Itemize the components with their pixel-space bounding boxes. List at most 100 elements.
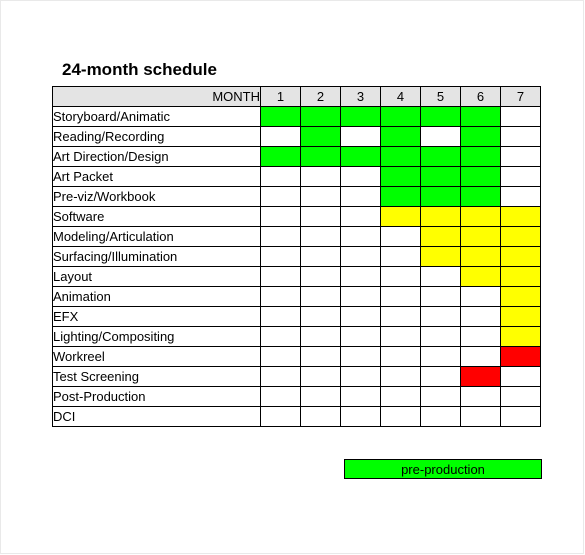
schedule-cell [500,326,541,347]
schedule-cell [380,106,421,127]
schedule-cell [260,406,301,427]
schedule-cell [420,146,461,167]
schedule-cell [420,246,461,267]
schedule-cell [460,226,501,247]
schedule-cell [460,246,501,267]
schedule-cell [300,146,341,167]
schedule-cell [260,266,301,287]
schedule-cell [420,126,461,147]
schedule-cell [300,386,341,407]
schedule-cell [460,126,501,147]
schedule-cell [340,246,381,267]
schedule-cell [340,226,381,247]
schedule-cell [420,366,461,387]
schedule-cell [340,346,381,367]
task-label: DCI [52,406,261,427]
month-column-header-3: 3 [340,86,381,107]
schedule-cell [500,266,541,287]
schedule-cell [420,326,461,347]
task-label: Lighting/Compositing [52,326,261,347]
month-column-header-7: 7 [500,86,541,107]
schedule-sheet: 24-month schedule MONTH 1234567 Storyboa… [52,60,541,427]
schedule-cell [300,266,341,287]
schedule-cell [460,406,501,427]
schedule-cell [460,186,501,207]
table-row: Pre-viz/Workbook [52,186,541,207]
task-label: Reading/Recording [52,126,261,147]
table-row: EFX [52,306,541,327]
schedule-cell [420,186,461,207]
schedule-cell [300,286,341,307]
table-row: Art Packet [52,166,541,187]
schedule-table: MONTH 1234567 Storyboard/Animatic Reading… [52,86,541,427]
schedule-cell [300,186,341,207]
schedule-cell [500,386,541,407]
schedule-cell [300,326,341,347]
schedule-cell [260,346,301,367]
table-row: Test Screening [52,366,541,387]
schedule-cell [500,346,541,367]
task-label: Art Direction/Design [52,146,261,167]
schedule-cell [260,226,301,247]
schedule-cell [460,386,501,407]
schedule-cell [500,106,541,127]
schedule-cell [500,146,541,167]
legend-swatch-pre-production: pre-production [344,459,542,479]
schedule-cell [500,186,541,207]
task-label: Post-Production [52,386,261,407]
schedule-cell [460,326,501,347]
table-row: Layout [52,266,541,287]
schedule-cell [260,106,301,127]
schedule-cell [260,166,301,187]
schedule-cell [500,286,541,307]
schedule-cell [260,126,301,147]
task-label: Test Screening [52,366,261,387]
table-row: Reading/Recording [52,126,541,147]
schedule-cell [460,166,501,187]
month-column-header-1: 1 [260,86,301,107]
task-label: Pre-viz/Workbook [52,186,261,207]
month-column-header-6: 6 [460,86,501,107]
schedule-cell [500,166,541,187]
schedule-cell [380,246,421,267]
schedule-cell [500,366,541,387]
schedule-cell [420,306,461,327]
schedule-cell [300,246,341,267]
schedule-cell [380,306,421,327]
month-column-header-2: 2 [300,86,341,107]
legend: pre-production [344,459,542,479]
schedule-cell [300,126,341,147]
schedule-cell [260,326,301,347]
month-column-header-5: 5 [420,86,461,107]
schedule-cell [420,286,461,307]
schedule-cell [260,386,301,407]
schedule-cell [460,146,501,167]
table-row: Animation [52,286,541,307]
schedule-cell [340,106,381,127]
table-row: Software [52,206,541,227]
table-row: Modeling/Articulation [52,226,541,247]
schedule-cell [500,206,541,227]
schedule-cell [500,306,541,327]
task-label: EFX [52,306,261,327]
schedule-cell [380,266,421,287]
schedule-cell [340,126,381,147]
schedule-cell [460,346,501,367]
schedule-cell [420,166,461,187]
schedule-cell [420,206,461,227]
schedule-cell [340,406,381,427]
schedule-cell [300,406,341,427]
schedule-cell [420,346,461,367]
schedule-cell [260,146,301,167]
schedule-cell [500,406,541,427]
schedule-cell [260,366,301,387]
schedule-cell [460,286,501,307]
table-row: Workreel [52,346,541,367]
schedule-cell [300,366,341,387]
schedule-cell [300,346,341,367]
schedule-cell [260,306,301,327]
schedule-cell [460,266,501,287]
task-label: Workreel [52,346,261,367]
table-row: Art Direction/Design [52,146,541,167]
schedule-cell [420,266,461,287]
